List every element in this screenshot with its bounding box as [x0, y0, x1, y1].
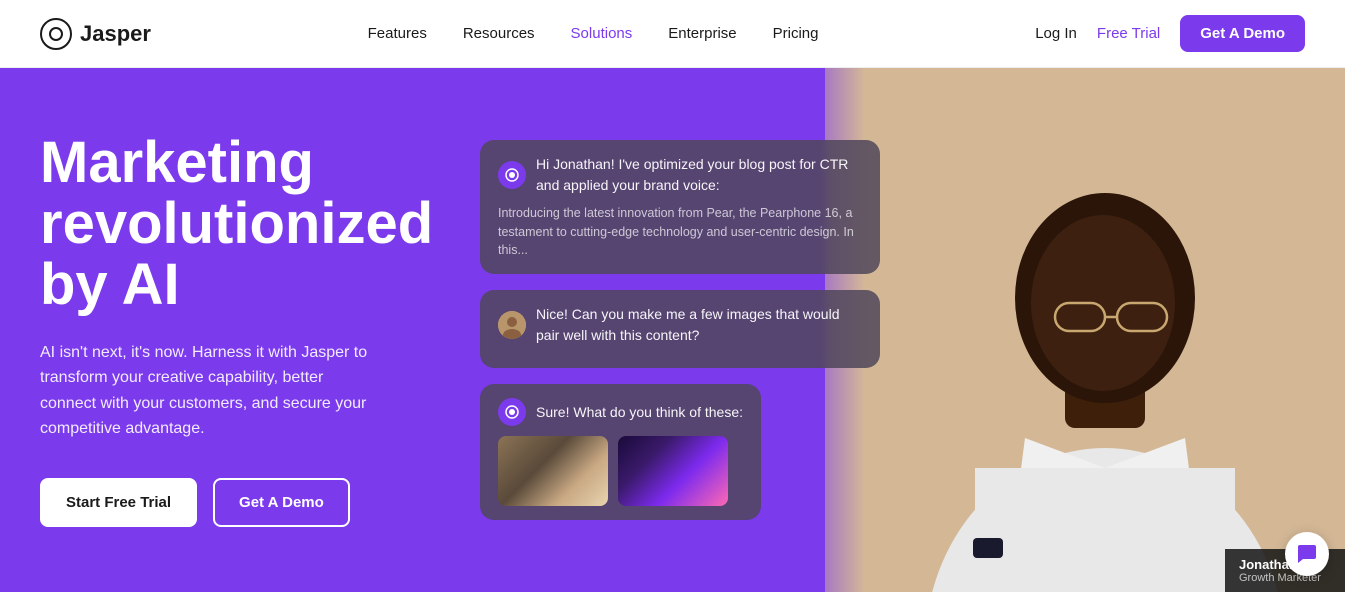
logo[interactable]: Jasper — [40, 18, 151, 50]
hero-right: Hi Jonathan! I've optimized your blog po… — [420, 68, 1345, 592]
get-demo-hero-button[interactable]: Get A Demo — [213, 478, 350, 527]
bubble-2-text: Nice! Can you make me a few images that … — [536, 304, 862, 346]
hero-title: Marketing revolutionized by AI — [40, 133, 380, 316]
bubble-1-body-text: Introducing the latest innovation from P… — [498, 204, 862, 260]
bubble-2-header: Nice! Can you make me a few images that … — [498, 304, 862, 346]
free-trial-link[interactable]: Free Trial — [1097, 25, 1160, 42]
bubble-3-header-text: Sure! What do you think of these: — [536, 402, 743, 423]
generated-images — [498, 436, 743, 506]
chat-bubble-3: Sure! What do you think of these: — [480, 384, 761, 520]
start-free-trial-button[interactable]: Start Free Trial — [40, 478, 197, 527]
ai-icon — [498, 161, 526, 189]
bubble-1-header: Hi Jonathan! I've optimized your blog po… — [498, 154, 862, 196]
bubble-3-header: Sure! What do you think of these: — [498, 398, 743, 426]
logo-text: Jasper — [80, 21, 151, 47]
bubble-1-header-text: Hi Jonathan! I've optimized your blog po… — [536, 154, 862, 196]
jasper-ai-icon-2 — [504, 404, 520, 420]
jasper-ai-icon — [504, 167, 520, 183]
chat-bubble-1: Hi Jonathan! I've optimized your blog po… — [480, 140, 880, 274]
hero-buttons: Start Free Trial Get A Demo — [40, 478, 380, 527]
chat-bubble-2: Nice! Can you make me a few images that … — [480, 290, 880, 368]
user-avatar — [498, 311, 526, 339]
nav-link-pricing[interactable]: Pricing — [773, 25, 819, 42]
chat-bubble-icon — [1296, 543, 1318, 565]
logo-inner-circle — [49, 27, 63, 41]
nav-link-solutions[interactable]: Solutions — [571, 25, 633, 42]
get-demo-nav-button[interactable]: Get A Demo — [1180, 15, 1305, 52]
chat-area: Hi Jonathan! I've optimized your blog po… — [420, 68, 920, 592]
hero-section: Marketing revolutionized by AI AI isn't … — [0, 68, 1345, 592]
hero-left: Marketing revolutionized by AI AI isn't … — [0, 68, 420, 592]
user-avatar-icon — [498, 311, 526, 339]
nav-link-features[interactable]: Features — [368, 25, 427, 42]
navbar: Jasper Features Resources Solutions Ente… — [0, 0, 1345, 68]
login-link[interactable]: Log In — [1035, 25, 1077, 42]
generated-image-2 — [618, 436, 728, 506]
generated-image-1 — [498, 436, 608, 506]
person-title: Growth Marketer — [1239, 572, 1331, 584]
chat-widget-button[interactable] — [1285, 532, 1329, 576]
logo-icon — [40, 18, 72, 50]
ai-icon-2 — [498, 398, 526, 426]
hero-subtitle: AI isn't next, it's now. Harness it with… — [40, 340, 380, 442]
nav-links: Features Resources Solutions Enterprise … — [368, 25, 819, 42]
image-neon-city — [618, 436, 728, 506]
nav-link-enterprise[interactable]: Enterprise — [668, 25, 736, 42]
image-landscape — [498, 436, 608, 506]
nav-link-resources[interactable]: Resources — [463, 25, 535, 42]
nav-actions: Log In Free Trial Get A Demo — [1035, 15, 1305, 52]
